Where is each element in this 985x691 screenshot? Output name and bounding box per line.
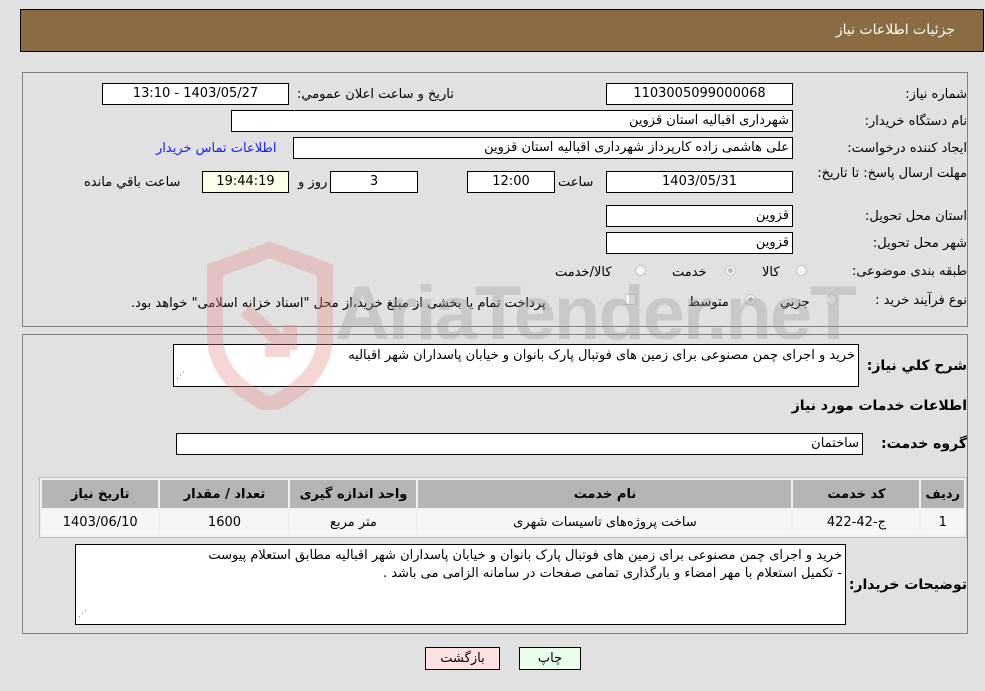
deadline-time-field[interactable]: 12:00 [467, 171, 555, 193]
cell-need-date: 1403/06/10 [42, 510, 159, 535]
category-option-service: خدمت [672, 265, 707, 280]
need-number-label: شماره نیاز: [905, 87, 967, 102]
buyer-notes-textarea[interactable]: خرید و اجرای چمن مصنوعی برای زمین های فو… [75, 544, 846, 625]
time-remaining-field: 19:44:19 [202, 171, 289, 193]
cell-service-code: ج-42-422 [793, 510, 920, 535]
category-option-goods-service: کالا/خدمت [555, 265, 612, 280]
days-label: روز و [298, 175, 328, 190]
col-service-name: نام خدمت [418, 480, 792, 508]
deadline-date-field[interactable]: 1403/05/31 [606, 171, 793, 193]
buyer-org-field[interactable]: شهرداری اقبالیه استان قزوین [231, 110, 793, 132]
col-quantity: تعداد / مقدار [160, 480, 289, 508]
announce-datetime-label: تاریخ و ساعت اعلان عمومي: [297, 87, 454, 102]
col-row-number: ردیف [921, 480, 964, 508]
category-option-goods: کالا [762, 265, 780, 280]
province-label: استان محل تحویل: [865, 209, 967, 224]
table-header-row: ردیف کد خدمت نام خدمت واحد اندازه گیری ت… [42, 480, 964, 508]
print-button[interactable]: چاپ [519, 647, 581, 670]
col-unit: واحد اندازه گیری [290, 480, 417, 508]
deadline-label: مهلت ارسال پاسخ: تا تاریخ: [817, 166, 967, 181]
resize-grip-icon[interactable]: ⋰ [176, 367, 185, 385]
requester-field[interactable]: علی هاشمی زاده کارپرداز شهرداری اقبالیه … [293, 137, 793, 159]
buyer-notes-label: توضیحات خریدار: [848, 577, 967, 593]
requester-label: ایجاد کننده درخواست: [847, 141, 967, 156]
purchase-type-option-minor: جزيي [780, 295, 810, 310]
table-row: 1 ج-42-422 ساخت پروژه‌های تاسیسات شهری م… [42, 510, 964, 535]
purchase-type-option-medium: متوسط [688, 295, 729, 310]
services-table: ردیف کد خدمت نام خدمت واحد اندازه گیری ت… [39, 477, 967, 538]
page-header: جزئیات اطلاعات نیاز [20, 9, 984, 52]
purchase-type-label: نوع فرآیند خرید : [875, 293, 967, 308]
col-need-date: تاریخ نیاز [42, 480, 159, 508]
cell-row-number: 1 [921, 510, 964, 535]
description-text: خرید و اجرای چمن مصنوعی برای زمین های فو… [348, 348, 855, 363]
announce-datetime-field[interactable]: 1403/05/27 - 13:10 [102, 83, 289, 105]
service-group-field[interactable]: ساختمان [176, 433, 863, 455]
services-section-title: اطلاعات خدمات مورد نیاز [791, 398, 967, 414]
treasury-note: پرداخت تمام یا بخشی از مبلغ خرید،از محل … [131, 296, 546, 311]
description-label: شرح کلي نیاز: [866, 358, 967, 374]
purchase-type-radio-medium[interactable] [745, 294, 756, 305]
city-label: شهر محل تحویل: [872, 236, 967, 251]
back-button[interactable]: بازگشت [425, 647, 500, 670]
page-title: جزئیات اطلاعات نیاز [835, 22, 955, 38]
cell-service-name: ساخت پروژه‌های تاسیسات شهری [418, 510, 792, 535]
category-radio-goods[interactable] [796, 265, 807, 276]
time-remaining-label: ساعت باقي مانده [84, 175, 181, 190]
buyer-notes-line-2: - تکمیل استعلام با مهر امضاء و بارگذاری … [382, 566, 842, 581]
buyer-contact-link[interactable]: اطلاعات تماس خریدار [156, 141, 276, 156]
col-service-code: کد خدمت [793, 480, 920, 508]
treasury-checkbox[interactable] [625, 294, 636, 305]
description-textarea[interactable]: خرید و اجرای چمن مصنوعی برای زمین های فو… [173, 344, 859, 387]
cell-quantity: 1600 [160, 510, 289, 535]
city-field[interactable]: قزوین [606, 232, 793, 254]
cell-unit: متر مربع [290, 510, 417, 535]
need-number-field[interactable]: 1103005099000068 [606, 83, 793, 105]
days-remaining-field: 3 [330, 171, 418, 193]
deadline-time-label: ساعت [558, 175, 594, 190]
category-label: طبقه بندی موضوعی: [851, 264, 967, 279]
buyer-org-label: نام دستگاه خریدار: [864, 114, 967, 129]
service-group-label: گروه خدمت: [881, 436, 967, 452]
category-radio-service[interactable] [725, 265, 736, 276]
buyer-notes-line-1: خرید و اجرای چمن مصنوعی برای زمین های فو… [208, 548, 842, 563]
resize-grip-icon[interactable]: ⋰ [78, 605, 87, 623]
services-table-wrap: ردیف کد خدمت نام خدمت واحد اندازه گیری ت… [39, 477, 969, 538]
purchase-type-radio-minor[interactable] [826, 294, 837, 305]
category-radio-goods-service[interactable] [635, 265, 646, 276]
province-field[interactable]: قزوین [606, 205, 793, 227]
